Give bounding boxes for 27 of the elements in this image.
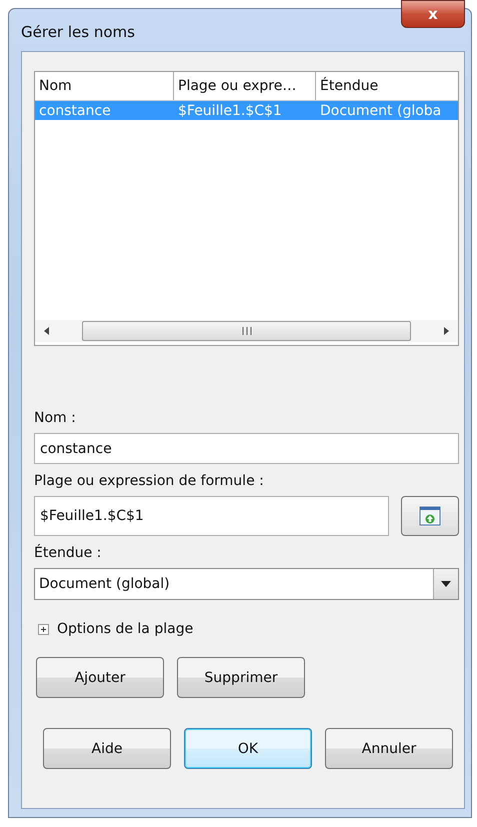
scroll-thumb[interactable] <box>82 321 411 341</box>
scroll-left-icon[interactable] <box>43 326 51 336</box>
scope-dropdown[interactable]: Document (global) <box>34 568 459 600</box>
scroll-right-icon[interactable] <box>442 326 450 336</box>
horizontal-scrollbar[interactable] <box>35 320 458 342</box>
column-header[interactable]: Nom <box>35 72 174 100</box>
table-cell-text: Document (globa <box>319 102 442 118</box>
field-label: Nom : <box>34 410 77 428</box>
table-cell-text: constance <box>38 102 112 118</box>
column-header[interactable]: Plage ou expre… <box>174 72 316 100</box>
expander-label[interactable]: Options de la plage <box>57 621 194 637</box>
dialog-button[interactable]: OK <box>184 728 312 769</box>
dialog-button[interactable]: Aide <box>43 728 171 769</box>
shrink-button[interactable] <box>401 496 459 536</box>
action-button[interactable]: Ajouter <box>36 657 164 698</box>
name-field[interactable]: constance <box>34 433 459 464</box>
column-header[interactable]: Étendue <box>316 72 458 100</box>
expand-toggle-icon[interactable] <box>38 624 49 634</box>
range-field[interactable]: $Feuille1.$C$1 <box>34 496 389 536</box>
field-label: Étendue : <box>34 545 102 563</box>
dialog-button[interactable]: Annuler <box>325 728 453 769</box>
table-cell-text: $Feuille1.$C$1 <box>177 102 283 118</box>
window-title: Gérer les noms <box>21 23 135 41</box>
field-label: Plage ou expression de formule : <box>34 473 265 491</box>
dropdown-arrow-icon <box>441 581 451 587</box>
close-button[interactable]: x <box>401 0 465 28</box>
action-button[interactable]: Supprimer <box>177 657 305 698</box>
